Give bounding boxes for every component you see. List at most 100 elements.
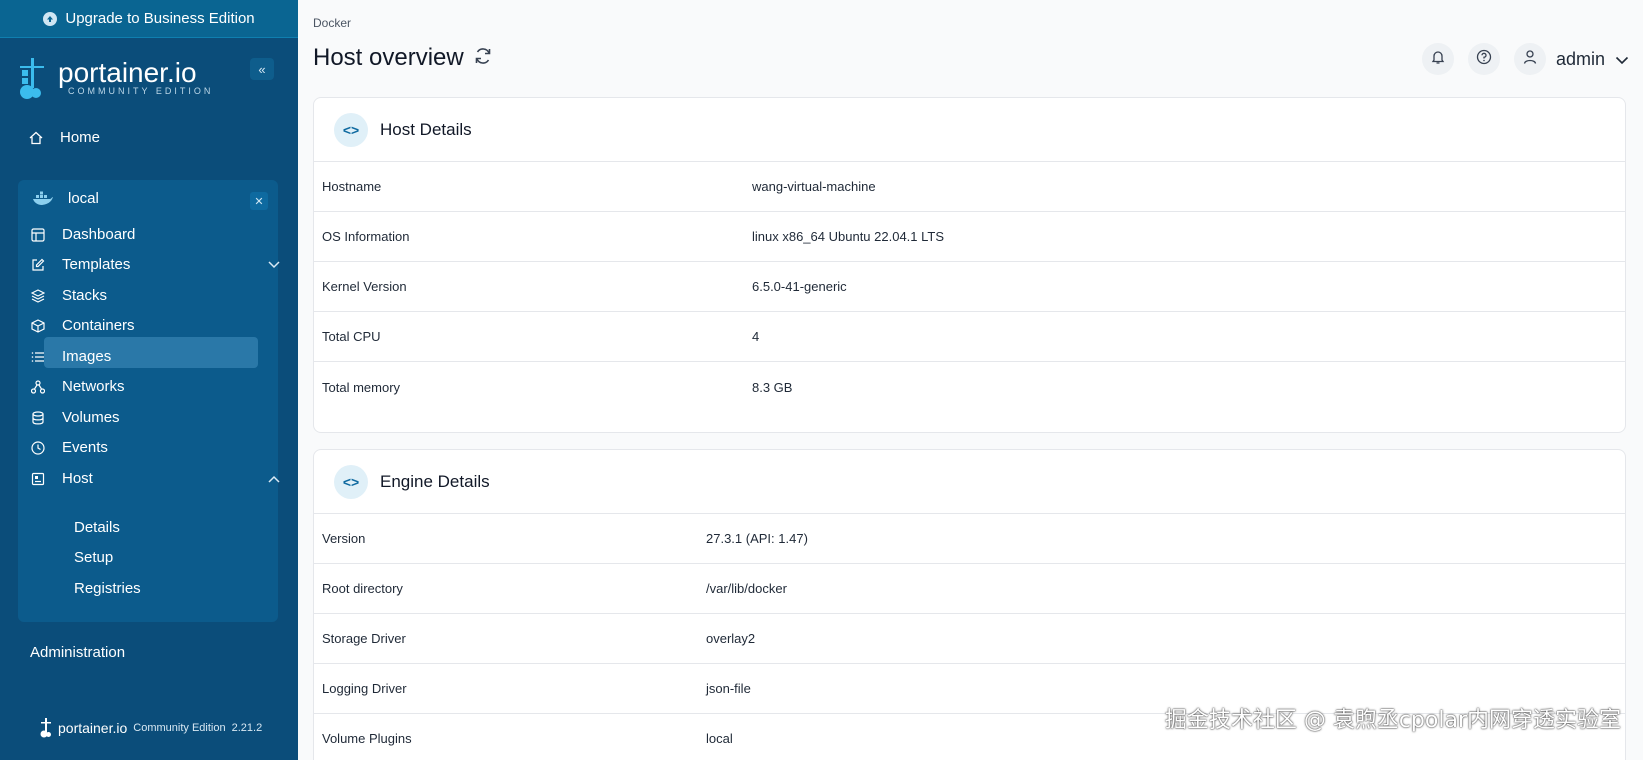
sidebar-item-label: Setup — [74, 549, 114, 566]
user-menu[interactable]: admin — [1513, 43, 1629, 75]
table-row: Version 27.3.1 (API: 1.47) — [314, 514, 1625, 564]
sidebar-item-label: Dashboard — [62, 226, 136, 243]
help-button[interactable] — [1467, 43, 1500, 75]
box-icon — [30, 318, 46, 334]
portainer-small-logo-icon — [40, 718, 51, 738]
sidebar-item-label: Images — [62, 348, 112, 365]
logo-text: portainer.io — [58, 57, 197, 88]
sidebar-item-events[interactable]: Events — [30, 439, 108, 456]
user-icon — [1522, 49, 1538, 70]
sidebar-item-networks[interactable]: Networks — [30, 378, 125, 395]
row-key: Kernel Version — [322, 279, 407, 294]
row-value: linux x86_64 Ubuntu 22.04.1 LTS — [752, 229, 945, 244]
docker-icon — [33, 191, 53, 205]
close-environment-button[interactable]: ✕ — [250, 192, 268, 210]
double-chevron-left-icon: « — [258, 61, 266, 77]
collapse-sidebar-button[interactable]: « — [250, 58, 274, 80]
row-value: 4 — [752, 329, 760, 344]
sidebar-footer: portainer.io Community Edition 2.21.2 — [40, 718, 262, 738]
user-avatar — [1513, 43, 1546, 75]
sidebar-item-label: Details — [74, 519, 120, 536]
sidebar-item-home[interactable]: Home — [28, 129, 100, 146]
sidebar-item-label: Host — [62, 470, 93, 487]
sidebar-item-label: Registries — [74, 580, 141, 597]
database-icon — [30, 410, 46, 426]
watermark: 掘金技术社区 @ 袁煦丞cpolar内网穿透实验室 — [1164, 708, 1621, 733]
sidebar-item-templates[interactable]: Templates — [30, 256, 130, 273]
home-icon — [28, 130, 44, 146]
header-actions: admin — [1421, 43, 1629, 75]
environment-panel: local ✕ — [18, 180, 278, 622]
sidebar-item-label: Home — [60, 129, 101, 146]
sidebar-item-label: Stacks — [62, 287, 108, 304]
username: admin — [1555, 48, 1605, 69]
table-row: Storage Driver overlay2 — [314, 614, 1625, 664]
row-value: 6.5.0-41-generic — [752, 279, 847, 294]
bell-icon — [1430, 49, 1446, 70]
footer-edition: Community Edition — [133, 722, 226, 734]
chevron-down-icon[interactable] — [268, 258, 280, 272]
sidebar-item-containers[interactable]: Containers — [30, 317, 135, 334]
host-details-card: <> Host Details Hostname wang-virtual-mac… — [313, 97, 1626, 433]
sidebar-item-label: Volumes — [62, 409, 120, 426]
sidebar-item-registries[interactable]: Registries — [74, 580, 141, 597]
card-header: <> Host Details — [314, 98, 1625, 162]
sidebar-item-stacks[interactable]: Stacks — [30, 287, 107, 304]
sidebar-item-label: Events — [62, 439, 108, 456]
row-value: 27.3.1 (API: 1.47) — [706, 531, 808, 546]
environment-header[interactable]: local — [32, 190, 99, 207]
row-key: Root directory — [322, 581, 403, 596]
breadcrumb[interactable]: Docker — [313, 16, 351, 30]
row-value: 8.3 GB — [752, 379, 793, 395]
host-icon — [30, 471, 46, 487]
arrow-up-icon — [43, 11, 58, 26]
row-value: wang-virtual-machine — [752, 179, 876, 194]
sidebar-item-volumes[interactable]: Volumes — [30, 409, 120, 426]
sidebar-item-administration[interactable]: Administration — [30, 644, 125, 661]
card-title: Engine Details — [380, 471, 490, 491]
upgrade-banner[interactable]: Upgrade to Business Edition — [0, 0, 298, 38]
clock-icon — [30, 440, 46, 456]
footer-version: 2.21.2 — [231, 722, 263, 734]
code-icon: <> — [334, 464, 368, 499]
sidebar-item-host[interactable]: Host — [30, 470, 93, 487]
row-key: Storage Driver — [322, 631, 406, 646]
sidebar-item-label: Containers — [62, 317, 135, 334]
row-key: Total CPU — [322, 329, 381, 344]
card-header: <> Engine Details — [314, 450, 1625, 514]
refresh-icon[interactable] — [474, 47, 492, 70]
sidebar-item-setup[interactable]: Setup — [74, 549, 113, 566]
chevron-down-icon — [1615, 49, 1629, 70]
table-row: Kernel Version 6.5.0-41-generic — [314, 262, 1625, 312]
row-value: json-file — [706, 681, 751, 696]
row-key: Version — [322, 531, 366, 546]
notifications-button[interactable] — [1421, 43, 1454, 75]
table-row: Total memory 8.3 GB — [314, 362, 1625, 412]
portainer-logo-icon — [20, 58, 44, 99]
row-key: Hostname — [322, 179, 382, 194]
table-row: Root directory/var/lib/docker — [314, 564, 1625, 614]
sidebar-item-dashboard[interactable]: Dashboard — [30, 226, 135, 243]
chevron-up-icon[interactable] — [268, 472, 280, 486]
page-title: Host overview — [313, 44, 464, 71]
sidebar: Upgrade to Business Edition portainer.io… — [0, 0, 298, 760]
network-icon — [30, 379, 46, 395]
sidebar-item-label: Templates — [62, 256, 131, 273]
row-value: overlay2 — [706, 631, 756, 646]
table-row: OS Information linux x86_64 Ubuntu 22.04.… — [314, 212, 1625, 262]
table-row: Hostname wang-virtual-machine — [314, 162, 1625, 212]
row-key: Logging Driver — [322, 681, 407, 696]
logo-subtitle: COMMUNITY EDITION — [68, 86, 214, 96]
sidebar-item-images[interactable]: Images — [30, 348, 111, 365]
environment-name: local — [68, 190, 99, 207]
upgrade-label: Upgrade to Business Edition — [65, 10, 255, 27]
sidebar-item-details[interactable]: Details — [74, 519, 120, 536]
card-title: Host Details — [380, 119, 472, 139]
table-row: Total CPU 4 — [314, 312, 1625, 362]
code-icon: <> — [334, 112, 368, 147]
row-value: local — [706, 731, 733, 746]
list-icon — [30, 349, 46, 365]
edit-icon — [30, 257, 46, 273]
row-key: Total memory — [322, 379, 401, 395]
portainer-logo[interactable]: portainer.io COMMUNITY EDITION — [16, 56, 213, 100]
